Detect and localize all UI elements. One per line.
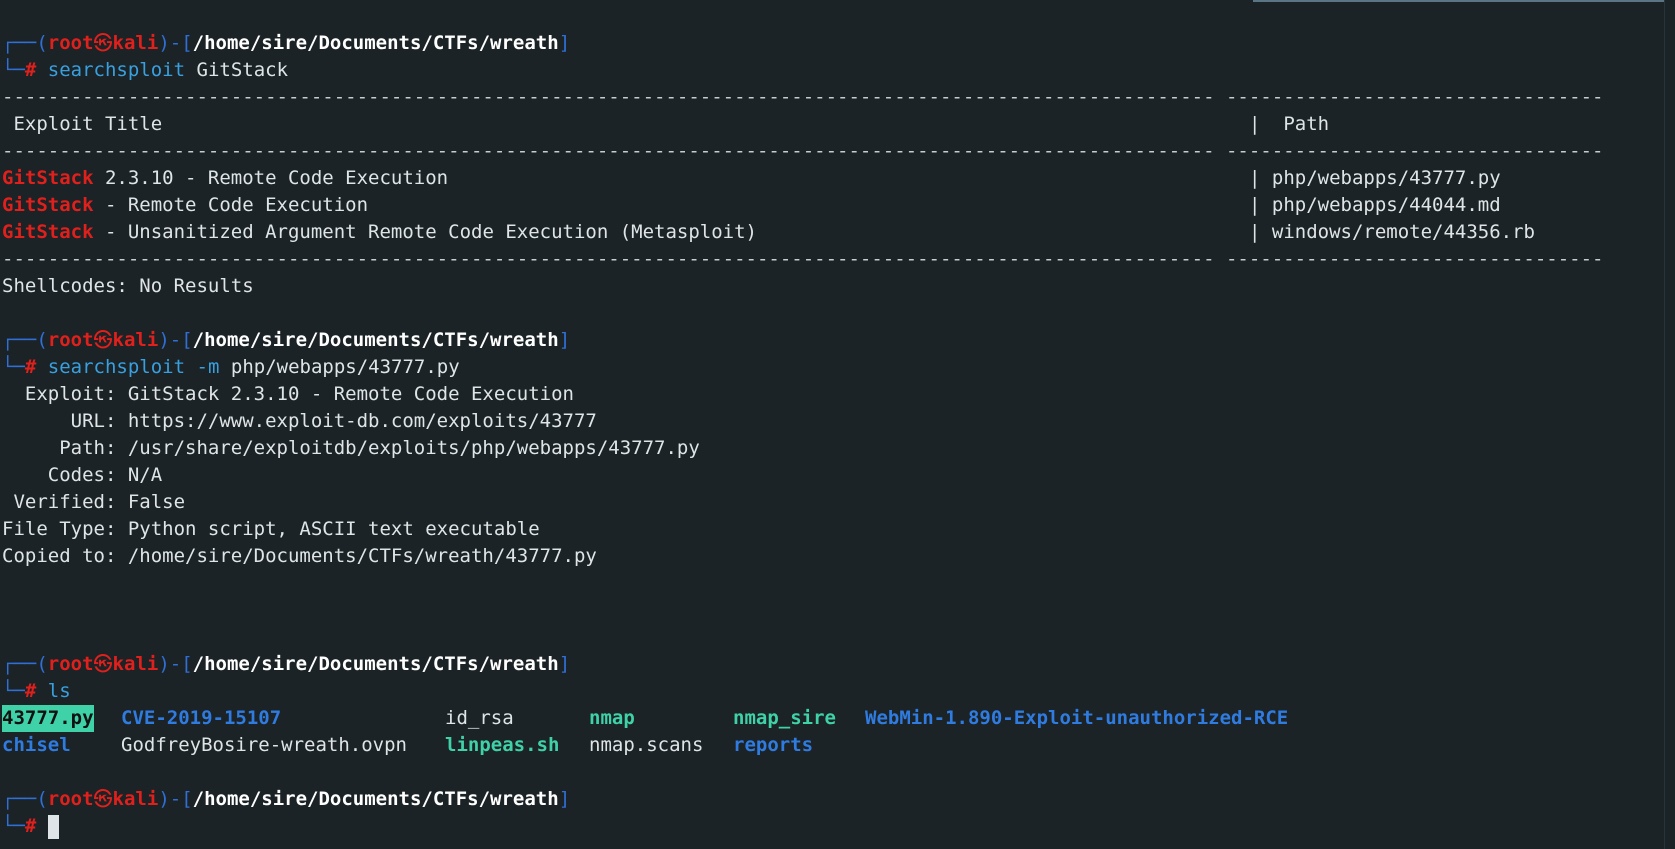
ls-entry-file[interactable]: nmap bbox=[589, 705, 635, 732]
ls-entry-file[interactable]: linpeas.sh bbox=[445, 732, 559, 759]
ls-entry-file[interactable]: nmap.scans bbox=[589, 732, 703, 759]
scrollbar[interactable] bbox=[1664, 0, 1675, 849]
command-line: └─# ls bbox=[2, 680, 71, 702]
ls-entry-directory[interactable]: reports bbox=[733, 732, 813, 759]
shellcodes-result: Shellcodes: No Results bbox=[2, 275, 254, 297]
skull-icon: ㉿ bbox=[93, 653, 113, 675]
ls-entry-directory[interactable]: WebMin-1.890-Exploit-unauthorized-RCE bbox=[865, 705, 1288, 732]
output-line: File Type: Python script, ASCII text exe… bbox=[2, 518, 540, 540]
output-line: Exploit: GitStack 2.3.10 - Remote Code E… bbox=[2, 383, 574, 405]
output-line: Path: /usr/share/exploitdb/exploits/php/… bbox=[2, 437, 700, 459]
ls-entry-file[interactable]: GodfreyBosire-wreath.ovpn bbox=[121, 732, 407, 759]
ls-row: chisel GodfreyBosire-wreath.ovpn linpeas… bbox=[2, 732, 1661, 759]
output-line: Verified: False bbox=[2, 491, 186, 513]
command-line[interactable]: └─# bbox=[2, 813, 1661, 840]
text-cursor bbox=[47, 814, 59, 839]
command-line: └─# searchsploit GitStack bbox=[2, 59, 289, 81]
prompt-line: ┌──(root㉿kali)-[/home/sire/Documents/CTF… bbox=[2, 653, 571, 675]
ls-entry-file[interactable]: 43777.py bbox=[2, 705, 94, 732]
ls-entry-file[interactable]: nmap_sire bbox=[733, 705, 836, 732]
table-row: GitStack 2.3.10 - Remote Code Execution |… bbox=[2, 167, 1501, 189]
command-line: └─# searchsploit -m php/webapps/43777.py bbox=[2, 356, 460, 378]
table-row: GitStack - Unsanitized Argument Remote C… bbox=[2, 221, 1535, 243]
skull-icon: ㉿ bbox=[93, 788, 113, 810]
prompt-line: ┌──(root㉿kali)-[/home/sire/Documents/CTF… bbox=[2, 788, 571, 810]
table-row: GitStack - Remote Code Execution | php/we… bbox=[2, 194, 1501, 216]
prompt-line: ┌──(root㉿kali)-[/home/sire/Documents/CTF… bbox=[2, 329, 571, 351]
ls-entry-directory[interactable]: chisel bbox=[2, 732, 71, 759]
ls-entry-file[interactable]: id_rsa bbox=[445, 705, 514, 732]
column-header-path: | Path bbox=[1249, 113, 1330, 135]
terminal-output[interactable]: ┌──(root㉿kali)-[/home/sire/Documents/CTF… bbox=[2, 30, 1661, 840]
table-header: Exploit Title | Path bbox=[2, 111, 1661, 138]
window-top-edge bbox=[1253, 0, 1675, 2]
output-line: Codes: N/A bbox=[2, 464, 163, 486]
ls-entry-directory[interactable]: CVE-2019-15107 bbox=[121, 705, 281, 732]
table-divider: ----------------------------------------… bbox=[2, 140, 1604, 162]
skull-icon: ㉿ bbox=[93, 329, 113, 351]
output-line: URL: https://www.exploit-db.com/exploits… bbox=[2, 410, 597, 432]
table-divider: ----------------------------------------… bbox=[2, 86, 1604, 108]
ls-row: 43777.py CVE-2019-15107 id_rsa nmap nmap… bbox=[2, 705, 1661, 732]
column-header-title: Exploit Title bbox=[2, 113, 163, 135]
output-line: Copied to: /home/sire/Documents/CTFs/wre… bbox=[2, 545, 597, 567]
skull-icon: ㉿ bbox=[93, 32, 113, 54]
prompt-line: ┌──(root㉿kali)-[/home/sire/Documents/CTF… bbox=[2, 32, 571, 54]
table-divider: ----------------------------------------… bbox=[2, 248, 1604, 270]
